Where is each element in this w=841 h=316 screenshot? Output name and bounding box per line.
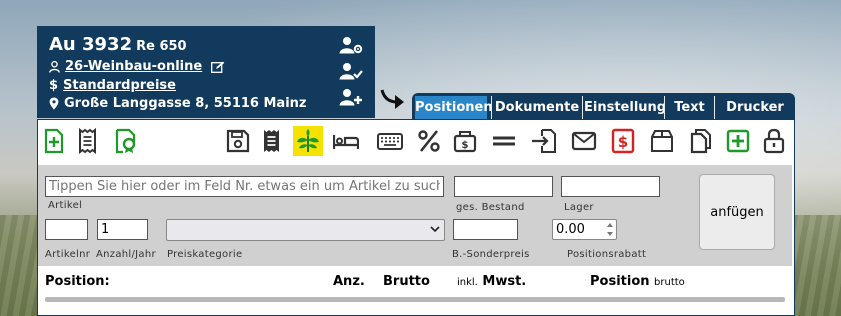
svg-text:$: $ — [462, 140, 469, 151]
lock-icon[interactable] — [759, 126, 789, 156]
spinner-arrows-icon[interactable] — [606, 221, 614, 238]
warehouse-field[interactable] — [561, 176, 660, 197]
address-line: Große Langgasse 8, 55116 Mainz — [49, 96, 306, 111]
column-vat-label: Mwst. — [482, 274, 527, 289]
article-number-field[interactable] — [45, 219, 88, 240]
keyboard-icon[interactable] — [375, 126, 405, 156]
column-gross: Brutto — [383, 274, 430, 289]
discount-label: Positionsrabatt — [567, 249, 647, 260]
user-add-icon[interactable] — [339, 88, 363, 106]
chevron-down-icon — [430, 226, 440, 233]
percent-icon[interactable] — [414, 126, 444, 156]
warehouse-label: Lager — [564, 202, 594, 213]
curved-arrow-icon — [380, 89, 404, 109]
price-category-select[interactable] — [166, 219, 445, 241]
cash-register-icon[interactable]: $ — [450, 126, 480, 156]
invoice-icon[interactable] — [257, 126, 287, 156]
tab-separator — [714, 96, 715, 119]
price-category-label: Preiskategorie — [167, 249, 243, 260]
article-search-input[interactable] — [45, 176, 444, 197]
add-article-button[interactable]: anfügen — [699, 174, 775, 250]
special-price-label: B.-Sonderpreis — [452, 249, 530, 260]
column-position-gross: Position brutto — [590, 274, 685, 289]
tab-dokumente[interactable]: Dokumente — [494, 96, 580, 119]
certificate-icon[interactable] — [111, 126, 141, 156]
receipt-icon[interactable] — [73, 126, 103, 156]
order-header-card: Au 3932 Re 650 26-Weinbau-online $ Standa… — [37, 26, 375, 118]
tab-bar: Positionen Dokumente Einstellung Text Dr… — [412, 93, 795, 119]
stock-label: ges. Bestand — [456, 202, 525, 213]
address-text: Große Langgasse 8, 55116 Mainz — [64, 96, 307, 111]
column-vat-prefix: inkl. — [457, 277, 478, 288]
column-position: Position: — [45, 274, 110, 289]
bed-icon[interactable] — [331, 126, 361, 156]
stock-field[interactable] — [454, 176, 553, 197]
tab-positionen[interactable]: Positionen — [415, 96, 493, 119]
quantity-field[interactable] — [97, 219, 148, 240]
save-icon[interactable] — [223, 126, 253, 156]
quantity-label: Anzahl/Jahr — [96, 249, 156, 260]
box-icon[interactable] — [647, 126, 677, 156]
column-position-gross-suffix: brutto — [654, 277, 685, 288]
discount-value: 0.00 — [556, 222, 585, 237]
tab-separator — [664, 96, 665, 119]
price-list-link[interactable]: Standardpreise — [63, 78, 176, 93]
column-vat: inkl. Mwst. — [457, 274, 526, 289]
customer-line[interactable]: 26-Weinbau-online — [49, 59, 225, 74]
dollar-sign-icon: $ — [49, 78, 59, 93]
dollar-icon[interactable]: $ — [608, 126, 638, 156]
article-label: Artikel — [48, 200, 83, 211]
customer-link[interactable]: 26-Weinbau-online — [65, 59, 202, 74]
special-price-field[interactable] — [453, 219, 518, 240]
tab-separator — [582, 96, 583, 119]
tab-separator — [491, 96, 492, 119]
user-icon — [49, 60, 60, 73]
user-check-icon[interactable] — [339, 62, 363, 80]
equals-icon[interactable] — [489, 126, 519, 156]
copy-icon[interactable] — [686, 126, 716, 156]
mail-icon[interactable] — [569, 126, 599, 156]
article-number-label: Artikelnr — [45, 249, 91, 260]
tab-drucker[interactable]: Drucker — [718, 96, 792, 119]
add-icon[interactable] — [723, 126, 753, 156]
location-pin-icon — [49, 97, 59, 110]
tab-text[interactable]: Text — [666, 96, 713, 119]
column-position-gross-label: Position — [590, 274, 650, 289]
svg-text:$: $ — [618, 133, 628, 151]
tab-einstellung[interactable]: Einstellung — [584, 96, 666, 119]
table-divider — [45, 297, 785, 302]
user-settings-icon[interactable] — [339, 36, 363, 54]
new-document-icon[interactable] — [39, 126, 69, 156]
order-title: Au 3932 Re 650 — [49, 34, 187, 55]
order-number: Au 3932 — [49, 34, 133, 55]
wine-leaf-icon[interactable] — [293, 126, 323, 156]
invoice-reference: Re 650 — [136, 39, 187, 54]
edit-icon[interactable] — [211, 61, 225, 73]
column-quantity: Anz. — [333, 274, 365, 289]
price-list-line[interactable]: $ Standardpreise — [49, 78, 176, 93]
discount-stepper[interactable]: 0.00 — [552, 219, 617, 240]
import-icon[interactable] — [529, 126, 559, 156]
